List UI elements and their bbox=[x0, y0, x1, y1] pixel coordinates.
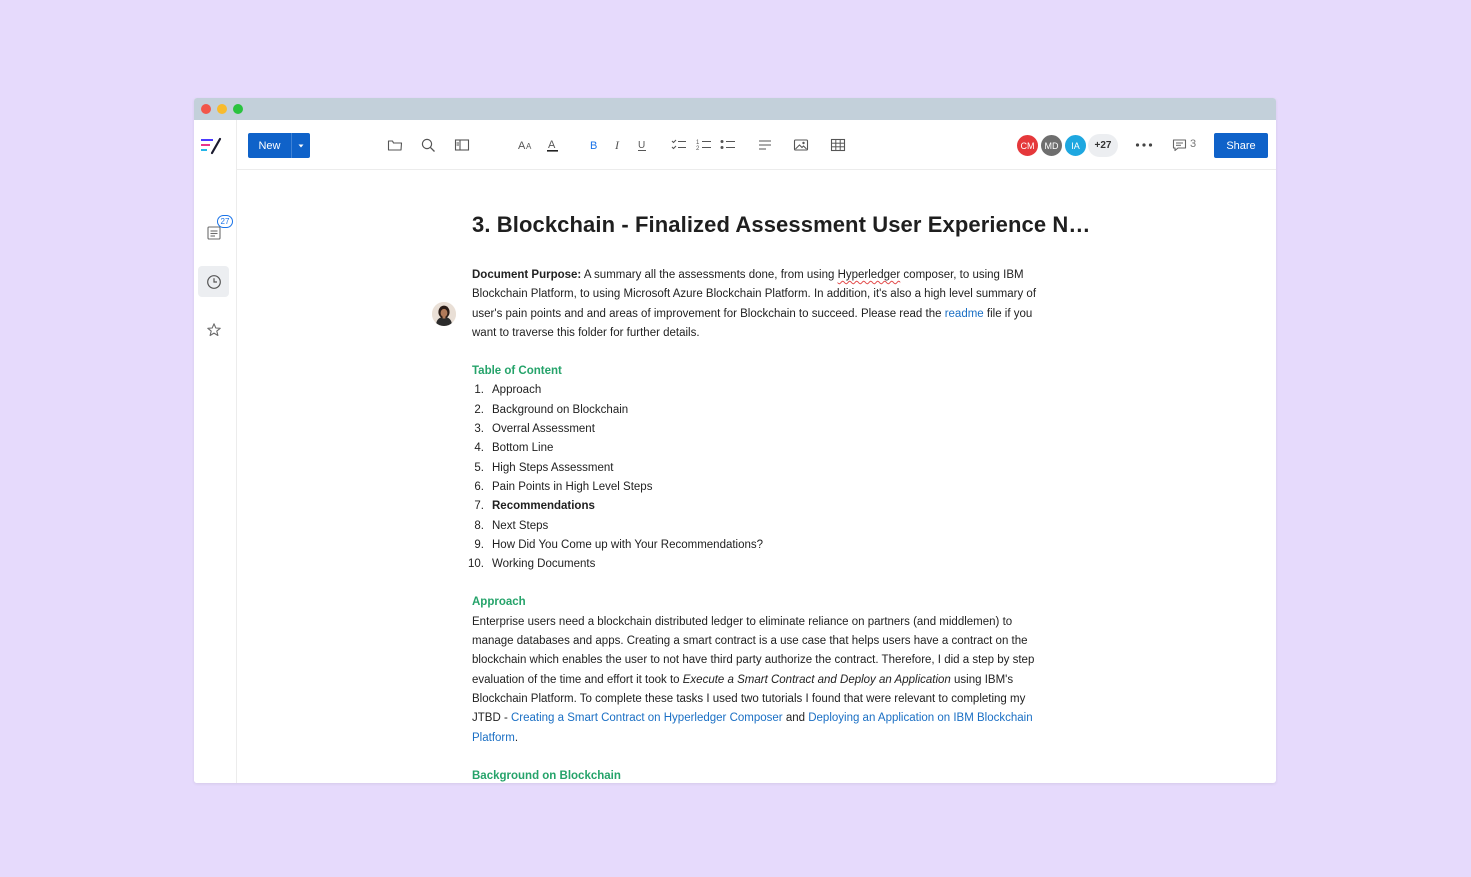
caret-down-icon bbox=[298, 144, 304, 147]
toc-item-number: 2. bbox=[474, 403, 484, 416]
collaborator-avatar[interactable]: IA bbox=[1064, 134, 1087, 157]
document-title[interactable]: 3. Blockchain - Finalized Assessment Use… bbox=[472, 212, 1090, 238]
svg-text:A: A bbox=[518, 140, 526, 152]
svg-text:B: B bbox=[590, 140, 597, 152]
italic-icon[interactable]: I bbox=[609, 136, 627, 154]
table-of-contents: 1. Approach 2. Background on Blockchain 3. Ov… bbox=[468, 381, 1052, 574]
comment-count: 3 bbox=[1190, 138, 1197, 150]
readme-link[interactable]: readme bbox=[945, 308, 984, 320]
author-avatar[interactable] bbox=[432, 302, 456, 326]
background-heading: Background on Blockchain bbox=[472, 769, 621, 782]
documents-count-badge: 27 bbox=[217, 215, 233, 228]
toc-item-number: 4. bbox=[474, 442, 484, 455]
close-window-button[interactable] bbox=[201, 104, 211, 114]
toc-item-label: How Did You Come up with Your Recommenda… bbox=[492, 538, 764, 551]
toc-item-number: 7. bbox=[474, 500, 484, 513]
toc-item[interactable]: 4. Bottom Line bbox=[472, 439, 1052, 458]
comments-icon[interactable] bbox=[1170, 136, 1188, 154]
toc-item-number: 10. bbox=[468, 558, 484, 571]
approach-text: and bbox=[782, 712, 809, 725]
toc-item-number: 9. bbox=[474, 538, 484, 551]
toc-item[interactable]: 8. Next Steps bbox=[472, 517, 1052, 536]
bullet-list-icon[interactable] bbox=[719, 136, 737, 154]
toc-item[interactable]: 7. Recommendations bbox=[472, 497, 1052, 516]
approach-paragraph[interactable]: Enterprise users need a blockchain distr… bbox=[472, 613, 1052, 748]
purpose-label: Document Purpose: bbox=[472, 269, 582, 281]
document-body[interactable]: 3. Blockchain - Finalized Assessment Use… bbox=[468, 196, 1090, 783]
toc-item-label: Background on Blockchain bbox=[492, 403, 629, 416]
svg-text:U: U bbox=[638, 140, 645, 151]
toc-item-label: Bottom Line bbox=[492, 442, 554, 455]
left-sidebar: 27 bbox=[194, 120, 237, 783]
toc-item-number: 1. bbox=[474, 384, 484, 397]
toc-item[interactable]: 1. Approach bbox=[472, 381, 1052, 400]
svg-text:A: A bbox=[526, 142, 532, 151]
favorites-button[interactable] bbox=[198, 314, 229, 345]
minimize-window-button[interactable] bbox=[217, 104, 227, 114]
font-size-icon[interactable]: AA bbox=[518, 136, 536, 154]
toc-item[interactable]: 2. Background on Blockchain bbox=[472, 401, 1052, 420]
toc-item-number: 3. bbox=[474, 423, 484, 436]
smart-contract-tutorial-link[interactable]: Creating a Smart Contract on Hyperledger… bbox=[511, 712, 783, 724]
svg-text:I: I bbox=[614, 138, 620, 152]
toc-item-label: Recommendations bbox=[492, 500, 595, 513]
app-logo-icon[interactable] bbox=[201, 137, 223, 155]
share-button[interactable]: Share bbox=[1214, 133, 1268, 158]
new-button[interactable]: New bbox=[248, 133, 310, 158]
title-bar bbox=[194, 98, 1276, 120]
toc-item-label: Overral Assessment bbox=[492, 423, 595, 436]
approach-italic-text: Execute a Smart Contract and Deploy an A… bbox=[682, 673, 951, 686]
purpose-text: A summary all the assessments done, from… bbox=[581, 269, 838, 281]
approach-text: . bbox=[514, 731, 519, 744]
numbered-list-icon[interactable]: 12 bbox=[695, 136, 713, 154]
toc-heading: Table of Content bbox=[472, 365, 562, 378]
toc-item[interactable]: 10. Working Documents bbox=[468, 555, 1052, 574]
toc-item-number: 5. bbox=[474, 461, 484, 474]
toc-item-label: Next Steps bbox=[492, 519, 549, 532]
recent-button[interactable] bbox=[198, 266, 229, 297]
more-collaborators-chip[interactable]: +27 bbox=[1088, 134, 1118, 157]
toc-item-label: Pain Points in High Level Steps bbox=[492, 480, 653, 493]
toc-item-label: Approach bbox=[492, 384, 542, 397]
layout-panel-icon[interactable] bbox=[453, 136, 471, 154]
align-left-icon[interactable] bbox=[756, 136, 774, 154]
svg-text:A: A bbox=[548, 139, 556, 151]
toc-item[interactable]: 6. Pain Points in High Level Steps bbox=[472, 478, 1052, 497]
app-window: 27 New AA A B I U 1 2 CM MD IA +27 3 Sha… bbox=[194, 98, 1276, 783]
toc-item-label: High Steps Assessment bbox=[492, 461, 614, 474]
approach-heading: Approach bbox=[472, 596, 526, 609]
svg-text:2: 2 bbox=[696, 146, 700, 152]
collaborator-avatar[interactable]: MD bbox=[1040, 134, 1063, 157]
collaborator-avatar[interactable]: CM bbox=[1016, 134, 1039, 157]
toc-item-number: 8. bbox=[474, 519, 484, 532]
new-button-label: New bbox=[258, 139, 281, 152]
more-options-icon[interactable] bbox=[1135, 136, 1153, 154]
insert-table-icon[interactable] bbox=[829, 136, 847, 154]
new-dropdown-caret[interactable] bbox=[291, 133, 310, 158]
toc-item-label: Working Documents bbox=[492, 558, 596, 571]
toc-item[interactable]: 5. High Steps Assessment bbox=[472, 459, 1052, 478]
editor-toolbar: New AA A B I U 1 2 CM MD IA +27 3 Share bbox=[237, 120, 1276, 170]
search-icon[interactable] bbox=[419, 136, 437, 154]
misspelled-word[interactable]: Hyperledger bbox=[838, 269, 901, 281]
toc-item-number: 6. bbox=[474, 480, 484, 493]
document-purpose-paragraph[interactable]: Document Purpose: A summary all the asse… bbox=[472, 266, 1052, 343]
insert-image-icon[interactable] bbox=[792, 136, 810, 154]
text-color-icon[interactable]: A bbox=[544, 136, 562, 154]
checklist-icon[interactable] bbox=[670, 136, 688, 154]
toc-item[interactable]: 3. Overral Assessment bbox=[472, 420, 1052, 439]
star-icon bbox=[206, 322, 221, 336]
clock-icon bbox=[206, 274, 221, 289]
toc-item[interactable]: 9. How Did You Come up with Your Recommen… bbox=[472, 536, 1052, 555]
maximize-window-button[interactable] bbox=[233, 104, 243, 114]
open-folder-icon[interactable] bbox=[386, 136, 404, 154]
underline-icon[interactable]: U bbox=[633, 136, 651, 154]
person-photo-icon bbox=[432, 302, 456, 326]
bold-icon[interactable]: B bbox=[585, 136, 603, 154]
